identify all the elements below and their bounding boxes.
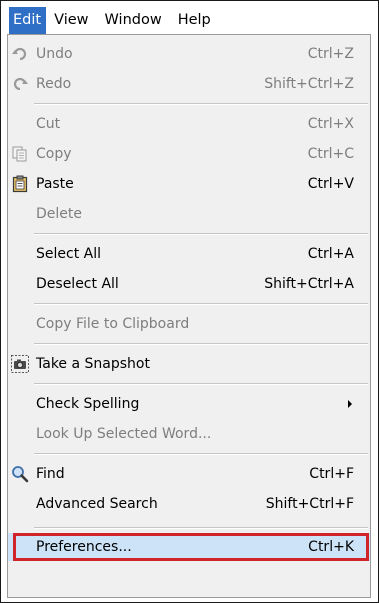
menu-item-deselect-all[interactable]: Deselect All Shift+Ctrl+A [8,269,370,299]
menu-item-shortcut: Ctrl+V [307,176,354,192]
menu-item-find[interactable]: Find Ctrl+F [8,459,370,489]
undo-icon [12,47,27,61]
menu-item-label: Paste [36,176,74,192]
menu-item-paste[interactable]: Paste Ctrl+V [8,169,370,199]
edit-menu-dropdown: Undo Ctrl+Z Redo Shift+Ctrl+Z Cut Ctrl+X [7,34,371,598]
menu-separator [34,383,368,385]
menu-item-look-up-selected-word[interactable]: Look Up Selected Word... [8,419,370,449]
camera-icon [11,355,29,373]
copy-icon [12,146,27,162]
menu-item-label: Redo [36,76,72,92]
menu-item-shortcut: Ctrl+A [307,246,354,262]
menu-item-select-all[interactable]: Select All Ctrl+A [8,239,370,269]
menu-item-label: Deselect All [36,276,119,292]
menu-item-label: Copy [36,146,72,162]
menu-item-cut[interactable]: Cut Ctrl+X [8,109,370,139]
menu-item-label: Look Up Selected Word... [36,426,212,442]
menu-item-shortcut: Shift+Ctrl+F [265,496,354,512]
menu-item-label: Advanced Search [36,496,158,512]
menu-item-shortcut: Ctrl+C [307,146,354,162]
menu-item-copy[interactable]: Copy Ctrl+C [8,139,370,169]
menu-item-shortcut: Ctrl+X [307,116,354,132]
paste-icon [12,175,28,193]
menu-bar: Edit View Window Help [9,7,219,34]
menu-item-take-snapshot[interactable]: Take a Snapshot [8,349,370,379]
menu-item-label: Select All [36,246,101,262]
menu-separator [34,303,368,305]
menu-item-shortcut: Shift+Ctrl+A [264,276,354,292]
menu-item-label: Preferences... [36,539,132,555]
menu-item-label: Delete [36,206,82,222]
menu-separator [34,527,368,529]
menu-item-shortcut: Shift+Ctrl+Z [264,76,354,92]
menu-item-advanced-search[interactable]: Advanced Search Shift+Ctrl+F [8,489,370,519]
menu-item-label: Find [36,466,65,482]
menu-item-label: Copy File to Clipboard [36,316,190,332]
menu-item-label: Cut [36,116,61,132]
menu-item-shortcut: Ctrl+F [309,466,354,482]
menubar-edit[interactable]: Edit [9,7,47,34]
menu-item-undo[interactable]: Undo Ctrl+Z [8,39,370,69]
menu-item-copy-file-to-clipboard[interactable]: Copy File to Clipboard [8,309,370,339]
menu-separator [34,103,368,105]
menu-item-shortcut: Ctrl+K [308,539,354,555]
magnifier-icon [12,466,29,483]
menubar-window[interactable]: Window [97,7,170,34]
menu-item-shortcut: Ctrl+Z [307,46,354,62]
menu-separator [34,453,368,455]
menu-item-redo[interactable]: Redo Shift+Ctrl+Z [8,69,370,99]
menu-item-delete[interactable]: Delete [8,199,370,229]
menubar-help[interactable]: Help [170,7,219,34]
menubar-view[interactable]: View [46,7,96,34]
menu-item-label: Take a Snapshot [36,356,150,372]
menu-separator [34,343,368,345]
menu-item-preferences[interactable]: Preferences... Ctrl+K [8,533,370,561]
menu-item-label: Undo [36,46,73,62]
menu-separator [34,233,368,235]
menu-item-check-spelling[interactable]: Check Spelling [8,389,370,419]
screenshot-frame: Edit View Window Help Undo Ctrl+Z Redo S… [0,0,379,603]
submenu-arrow-icon [348,400,352,408]
redo-icon [13,77,28,91]
menu-item-label: Check Spelling [36,396,140,412]
